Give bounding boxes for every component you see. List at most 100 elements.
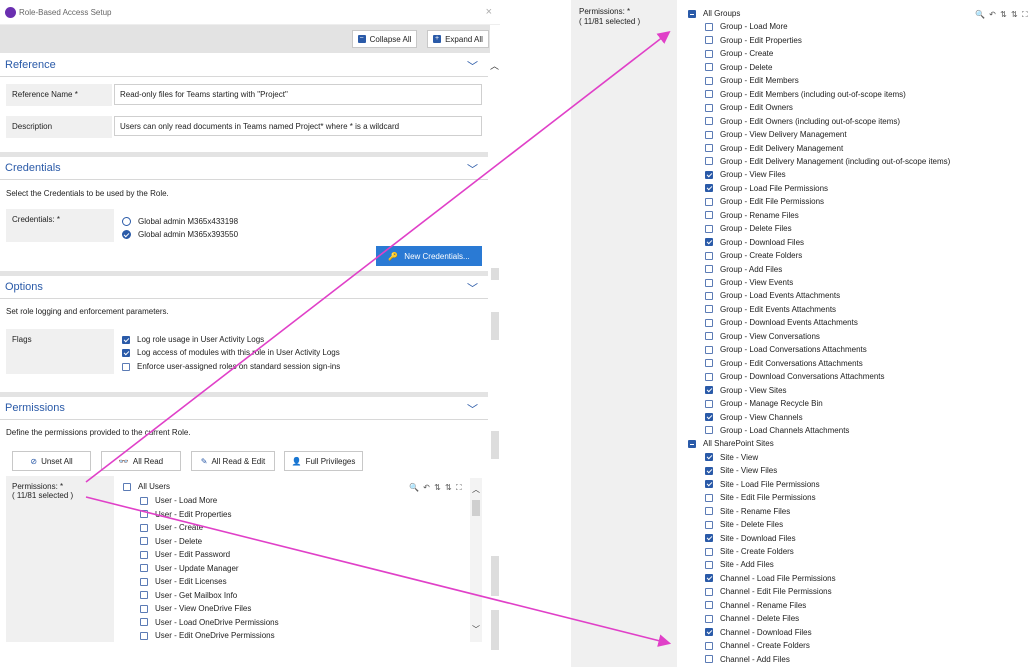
close-icon[interactable]: × [486,6,492,18]
checkbox-icon[interactable] [140,550,148,559]
checkbox-icon[interactable] [140,496,148,505]
tree-item[interactable]: Group - Edit File Permissions [705,195,824,208]
checkbox-icon[interactable] [705,493,713,502]
scroll-down-icon[interactable]: ﹀ [472,624,480,635]
tree-item[interactable]: Group - View Files [705,168,786,181]
tree-item[interactable]: Group - Download Files [705,236,804,249]
tree-item[interactable]: Group - Manage Recycle Bin [705,397,823,410]
checkbox-icon[interactable] [705,251,713,260]
tree-item[interactable]: Group - Edit Owners [705,101,793,114]
tree-item[interactable]: Channel - Rename Files [705,599,806,612]
checkbox-icon[interactable] [705,426,713,435]
tree-item[interactable]: Group - Load File Permissions [705,182,828,195]
checkbox-icon[interactable] [140,577,148,586]
tree-item[interactable]: Channel - Load File Permissions [705,572,836,585]
checkbox-icon[interactable] [705,224,713,233]
tree-item[interactable]: Group - Load Events Attachments [705,289,840,302]
tree-item[interactable]: Group - Create [705,47,773,60]
checkbox-icon[interactable] [705,278,713,287]
checkbox-checked-icon[interactable] [705,413,713,421]
collapse-all-button[interactable]: − Collapse All [352,30,417,48]
checkbox-icon[interactable] [140,604,148,613]
tree-item[interactable]: Group - Add Files [705,263,782,276]
checkbox-icon[interactable] [705,359,713,368]
tree-item[interactable]: Group - Edit Members [705,74,799,87]
tree-item[interactable]: Group - Edit Properties [705,34,802,47]
chevron-down-icon[interactable]: ﹀ [467,401,478,417]
tree-item[interactable]: Group - Load More [705,20,788,33]
checkbox-icon[interactable] [705,76,713,85]
tree-item[interactable]: Group - View Conversations [705,330,820,343]
checkbox-checked-icon[interactable] [122,335,130,344]
tree-item[interactable]: Group - Rename Files [705,209,799,222]
tree-item[interactable]: Channel - Create Folders [705,639,810,652]
checkbox-checked-icon[interactable] [705,238,713,247]
checkbox-icon[interactable] [705,655,713,664]
tree-item[interactable]: Site - Create Folders [705,545,794,558]
tree-item[interactable]: Group - Edit Members (including out-of-s… [705,88,906,101]
checkbox-icon[interactable] [140,631,148,640]
tree-item[interactable]: Site - Delete Files [705,518,783,531]
chevron-down-icon[interactable]: ﹀ [467,58,478,74]
tree-item[interactable]: Channel - Download Files [705,626,812,639]
checkbox-icon[interactable] [140,618,148,626]
all-read-edit-button[interactable]: ✎ All Read & Edit [191,451,275,471]
tree-item[interactable]: Group - Edit Delivery Management [705,142,843,155]
tree-item[interactable]: Group - View Delivery Management [705,128,847,141]
checkbox-icon[interactable] [705,265,713,274]
tree-tools[interactable]: 🔍 ↶ ⇅ ⇅ ⛶ [409,483,463,493]
checkbox-icon[interactable] [705,211,713,220]
tree-tools[interactable]: 🔍 ↶ ⇅ ⇅ ⛶ [975,10,1029,20]
flag-option[interactable]: Log role usage in User Activity Logs [122,333,264,346]
tree-item[interactable]: User - View OneDrive Files [140,602,251,615]
checkbox-icon[interactable] [705,49,713,58]
checkbox-checked-icon[interactable] [705,480,713,489]
checkbox-checked-icon[interactable] [705,466,713,475]
scroll-thumb[interactable] [491,312,499,340]
tree-item[interactable]: Channel - Delete Files [705,612,799,625]
checkbox-icon[interactable] [140,537,148,545]
tree-item[interactable]: Group - Download Conversations Attachmen… [705,370,885,383]
new-credentials-button[interactable]: 🔑 New Credentials... [376,246,482,266]
tree-item[interactable]: Group - Edit Delivery Management (includ… [705,155,950,168]
tree-item[interactable]: Site - Download Files [705,532,796,545]
tree-item[interactable]: Channel - Edit File Permissions [705,585,832,598]
checkbox-icon[interactable] [705,641,713,650]
description-field[interactable]: Users can only read documents in Teams n… [114,116,482,136]
tree-item[interactable]: Group - Download Events Attachments [705,316,858,329]
tree-item[interactable]: Group - Load Conversations Attachments [705,343,867,356]
checkbox-icon[interactable] [140,591,148,599]
checkbox-icon[interactable] [705,332,713,341]
checkbox-icon[interactable] [140,564,148,572]
tree-group[interactable]: All Users [123,480,170,493]
checkbox-checked-icon[interactable] [705,453,713,462]
tree-item[interactable]: User - Edit Password [140,548,230,561]
flag-option[interactable]: Log access of modules with this role in … [122,346,340,359]
tree-item[interactable]: Site - Load File Permissions [705,478,820,491]
checkbox-icon[interactable] [705,144,713,152]
radio-icon[interactable] [122,217,131,226]
tree-item[interactable]: Site - View [705,451,758,464]
credential-option[interactable]: Global admin M365x393550 [122,228,238,241]
checkbox-checked-icon[interactable] [705,386,713,395]
reference-name-field[interactable]: Read-only files for Teams starting with … [114,84,482,105]
checkbox-icon[interactable] [705,560,713,569]
chevron-down-icon[interactable]: ﹀ [467,161,478,177]
checkbox-checked-icon[interactable] [705,574,713,583]
credentials-header[interactable]: Credentials ﹀ [0,158,490,180]
flag-option[interactable]: Enforce user-assigned roles on standard … [122,360,340,373]
radio-checked-icon[interactable] [122,230,131,239]
checkbox-icon[interactable] [140,523,148,532]
tree-item[interactable]: Group - View Channels [705,411,803,424]
checkbox-icon[interactable] [705,547,713,556]
tree-item[interactable]: Site - Add Files [705,558,774,571]
unset-all-button[interactable]: ⊘ Unset All [12,451,91,471]
options-header[interactable]: Options ﹀ [0,277,490,299]
checkbox-icon[interactable] [705,345,713,354]
checkbox-icon[interactable] [705,399,713,408]
checkbox-icon[interactable] [705,507,713,516]
checkbox-icon[interactable] [705,103,713,112]
checkbox-icon[interactable] [705,22,713,31]
checkbox-icon[interactable] [122,362,130,371]
checkbox-icon[interactable] [705,63,713,72]
